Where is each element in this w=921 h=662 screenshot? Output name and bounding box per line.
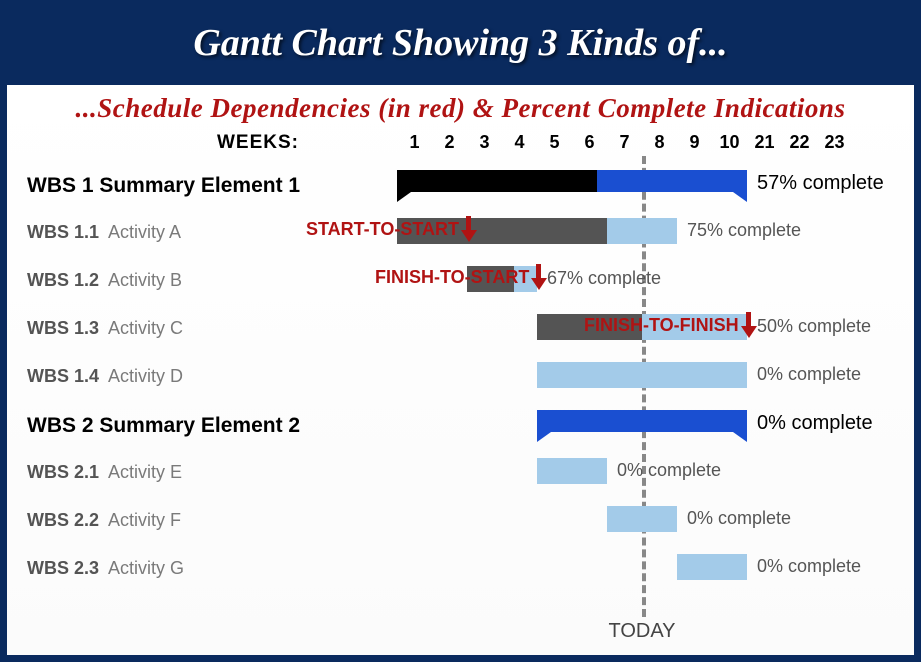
axis-label: WEEKS: bbox=[217, 132, 299, 154]
dependency-start-to-start: START-TO-START bbox=[306, 216, 475, 242]
summary-notch-right bbox=[733, 432, 747, 442]
bar-container bbox=[537, 458, 607, 484]
pct-complete-label: 57% complete bbox=[757, 172, 884, 195]
arrow-down-icon bbox=[531, 264, 545, 290]
pct-complete-label: 50% complete bbox=[757, 316, 871, 337]
row-label: WBS 1.3 Activity C bbox=[27, 318, 183, 339]
bar-container bbox=[607, 506, 677, 532]
bar-remaining bbox=[607, 506, 677, 532]
bar-container bbox=[537, 362, 747, 388]
gantt-chart: WEEKS: 12345678910212223TODAYWBS 1 Summa… bbox=[17, 130, 904, 647]
bar-container bbox=[397, 170, 747, 192]
task-row: WBS 2.3 Activity G 0% complete bbox=[17, 548, 904, 592]
pct-complete-label: 0% complete bbox=[757, 364, 861, 385]
axis-tick: 3 bbox=[467, 132, 502, 153]
summary-notch-left bbox=[397, 192, 411, 202]
row-label: WBS 2.1 Activity E bbox=[27, 462, 182, 483]
task-row: WBS 1.3 Activity C 50% complete bbox=[17, 308, 904, 352]
row-label: WBS 1.2 Activity B bbox=[27, 270, 182, 291]
pct-complete-label: 67% complete bbox=[547, 268, 661, 289]
axis-tick: 9 bbox=[677, 132, 712, 153]
task-row: WBS 2.2 Activity F 0% complete bbox=[17, 500, 904, 544]
bar-remaining bbox=[537, 362, 747, 388]
axis-tick: 7 bbox=[607, 132, 642, 153]
bar-container bbox=[537, 410, 747, 432]
row-label: WBS 2 Summary Element 2 bbox=[27, 414, 300, 438]
axis-tick: 2 bbox=[432, 132, 467, 153]
task-row: WBS 2.1 Activity E 0% complete bbox=[17, 452, 904, 496]
bar-remaining bbox=[537, 458, 607, 484]
bar-container bbox=[677, 554, 747, 580]
dependency-finish-to-start: FINISH-TO-START bbox=[375, 264, 545, 290]
bar-remaining bbox=[537, 410, 747, 432]
axis-tick: 10 bbox=[712, 132, 747, 153]
summary-notch-left bbox=[537, 432, 551, 442]
summary-notch-right bbox=[733, 192, 747, 202]
bar-complete bbox=[397, 170, 597, 192]
row-label: WBS 2.2 Activity F bbox=[27, 510, 181, 531]
axis-tick: 5 bbox=[537, 132, 572, 153]
banner-title: Gantt Chart Showing 3 Kinds of... bbox=[7, 7, 914, 85]
summary-row: WBS 2 Summary Element 2 0% complete bbox=[17, 404, 904, 448]
pct-complete-label: 0% complete bbox=[757, 412, 873, 435]
pct-complete-label: 0% complete bbox=[757, 556, 861, 577]
axis-tick: 4 bbox=[502, 132, 537, 153]
today-label: TODAY bbox=[608, 620, 675, 643]
dependency-label: FINISH-TO-START bbox=[375, 267, 529, 288]
row-label: WBS 1 Summary Element 1 bbox=[27, 174, 300, 198]
task-row: WBS 1.4 Activity D 0% complete bbox=[17, 356, 904, 400]
arrow-down-icon bbox=[461, 216, 475, 242]
frame: Gantt Chart Showing 3 Kinds of... ...Sch… bbox=[0, 0, 921, 662]
row-label: WBS 1.4 Activity D bbox=[27, 366, 183, 387]
bar-remaining bbox=[677, 554, 747, 580]
pct-complete-label: 0% complete bbox=[687, 508, 791, 529]
row-label: WBS 1.1 Activity A bbox=[27, 222, 181, 243]
dependency-finish-to-finish: FINISH-TO-FINISH bbox=[584, 312, 755, 338]
axis-tick: 23 bbox=[817, 132, 852, 153]
panel-subtitle: ...Schedule Dependencies (in red) & Perc… bbox=[17, 93, 904, 124]
panel: ...Schedule Dependencies (in red) & Perc… bbox=[7, 85, 914, 655]
axis-ticks: 12345678910212223 bbox=[397, 132, 852, 153]
axis-tick: 21 bbox=[747, 132, 782, 153]
pct-complete-label: 0% complete bbox=[617, 460, 721, 481]
dependency-label: START-TO-START bbox=[306, 219, 459, 240]
arrow-down-icon bbox=[741, 312, 755, 338]
pct-complete-label: 75% complete bbox=[687, 220, 801, 241]
axis-tick: 22 bbox=[782, 132, 817, 153]
row-label: WBS 2.3 Activity G bbox=[27, 558, 184, 579]
bar-remaining bbox=[607, 218, 677, 244]
axis-tick: 8 bbox=[642, 132, 677, 153]
axis-tick: 6 bbox=[572, 132, 607, 153]
axis-tick: 1 bbox=[397, 132, 432, 153]
summary-row: WBS 1 Summary Element 1 57% complete bbox=[17, 164, 904, 208]
bar-remaining bbox=[597, 170, 748, 192]
dependency-label: FINISH-TO-FINISH bbox=[584, 315, 739, 336]
